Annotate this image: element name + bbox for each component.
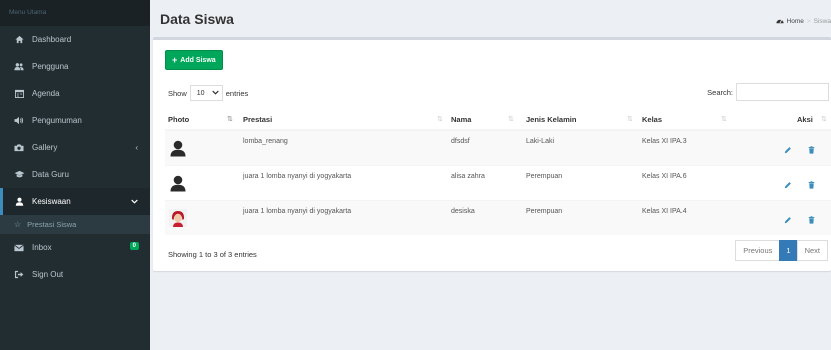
envelope-icon	[13, 242, 25, 254]
table-row: juara 1 lomba nyanyi di yogyakarta desis…	[165, 200, 831, 235]
sort-icon: ⇅	[508, 116, 514, 123]
sidebar-item-label: Pengumuman	[32, 116, 82, 125]
entries-length-control: Show 10 entries	[168, 85, 248, 101]
calendar-icon	[13, 88, 25, 100]
search-label: Search:	[707, 87, 733, 97]
sidebar-item-agenda[interactable]: Agenda	[0, 80, 150, 107]
cell-nama: desiska	[451, 208, 475, 215]
camera-icon	[13, 142, 25, 154]
sort-asc-icon: ⇅	[227, 116, 233, 123]
content-area: Data Siswa Home > Siswa + Add Siswa Show…	[150, 0, 831, 350]
cell-jenis-kelamin: Laki-Laki	[526, 138, 555, 145]
sidebar-item-dashboard[interactable]: Dashboard	[0, 26, 150, 53]
cell-kelas: Kelas XI IPA.6	[642, 173, 687, 180]
sort-icon: ⇅	[437, 116, 443, 123]
next-page-button[interactable]: Next	[796, 240, 828, 261]
sidebar-item-label: Data Guru	[32, 170, 69, 179]
delete-icon[interactable]	[808, 181, 815, 191]
sidebar-item-label: Kesiswaan	[32, 197, 71, 206]
table-search: Search:	[707, 83, 829, 101]
sidebar-item-data-guru[interactable]: Data Guru	[0, 161, 150, 188]
cell-prestasi: lomba_renang	[243, 138, 288, 145]
sidebar-item-label: Dashboard	[32, 35, 72, 44]
add-siswa-button[interactable]: + Add Siswa	[165, 50, 223, 70]
sidebar-item-sign-out[interactable]: Sign Out	[0, 261, 150, 288]
entries-length-value: 10	[196, 89, 205, 97]
previous-page-button[interactable]: Previous	[735, 240, 781, 261]
entries-label: entries	[225, 88, 249, 98]
table-row: lomba_renang dfsdsf Laki-Laki Kelas XI I…	[165, 130, 831, 165]
avatar	[169, 174, 187, 192]
cell-jenis-kelamin: Perempuan	[526, 173, 563, 180]
sidebar-item-label: Pengguna	[32, 62, 69, 71]
siswa-box: + Add Siswa Show 10 entries Search: Phot…	[153, 37, 831, 271]
sidebar-subitem-prestasi-siswa[interactable]: ☆ Prestasi Siswa	[0, 215, 150, 234]
edit-icon[interactable]	[784, 216, 792, 226]
chevron-down-icon	[212, 90, 219, 97]
breadcrumb-current: Siswa	[813, 18, 831, 25]
breadcrumb: Home > Siswa	[775, 17, 831, 26]
sign-out-icon	[13, 269, 25, 281]
cell-prestasi: juara 1 lomba nyanyi di yogyakarta	[243, 173, 352, 180]
sidebar-item-pengguna[interactable]: Pengguna	[0, 53, 150, 80]
show-label: Show	[168, 88, 187, 98]
sort-icon: ⇅	[721, 116, 727, 123]
cell-kelas: Kelas XI IPA.4	[642, 208, 687, 215]
home-icon	[13, 34, 25, 46]
column-header-photo[interactable]: Photo	[168, 115, 189, 124]
plus-icon: +	[172, 55, 178, 65]
menu-header: Menu Utama	[0, 0, 150, 26]
page-1-button[interactable]: 1	[779, 240, 798, 261]
edit-icon[interactable]	[784, 146, 792, 156]
breadcrumb-home-link[interactable]: Home	[787, 18, 804, 25]
delete-icon[interactable]	[808, 216, 815, 226]
app: Menu Utama Dashboard Pengguna Agenda Pen…	[0, 0, 831, 350]
column-header-aksi[interactable]: Aksi	[797, 115, 813, 124]
column-header-kelas[interactable]: Kelas	[642, 115, 662, 124]
sidebar-item-gallery[interactable]: Gallery ‹	[0, 134, 150, 161]
graduation-cap-icon	[13, 169, 25, 181]
sidebar: Menu Utama Dashboard Pengguna Agenda Pen…	[0, 0, 150, 350]
cell-jenis-kelamin: Perempuan	[526, 208, 563, 215]
search-input[interactable]	[736, 83, 829, 101]
inbox-count-badge: 0	[129, 242, 139, 250]
sidebar-item-kesiswaan[interactable]: Kesiswaan	[0, 188, 150, 215]
edit-icon[interactable]	[784, 181, 792, 191]
dashboard-icon	[775, 17, 784, 26]
column-header-nama[interactable]: Nama	[451, 115, 471, 124]
siswa-table: Photo ⇅ Prestasi ⇅ Nama ⇅ Jenis Kelamin …	[165, 109, 831, 235]
sidebar-item-label: Inbox	[32, 243, 52, 252]
sidebar-item-inbox[interactable]: Inbox 0	[0, 234, 150, 261]
chevron-left-icon: ‹	[135, 143, 138, 152]
avatar	[169, 139, 187, 157]
add-siswa-label: Add Siswa	[180, 56, 216, 64]
column-header-prestasi[interactable]: Prestasi	[243, 115, 272, 124]
sidebar-item-label: Sign Out	[32, 270, 64, 279]
table-row: juara 1 lomba nyanyi di yogyakarta alisa…	[165, 165, 831, 200]
column-header-jenis-kelamin[interactable]: Jenis Kelamin	[526, 115, 576, 124]
sort-icon: ⇅	[821, 116, 827, 123]
sidebar-item-pengumuman[interactable]: Pengumuman	[0, 107, 150, 134]
chevron-down-icon	[131, 197, 138, 206]
user-icon	[13, 196, 25, 208]
cell-nama: alisa zahra	[451, 173, 485, 180]
users-icon	[13, 61, 25, 73]
delete-icon[interactable]	[808, 146, 815, 156]
table-header: Photo ⇅ Prestasi ⇅ Nama ⇅ Jenis Kelamin …	[165, 109, 831, 130]
cell-prestasi: juara 1 lomba nyanyi di yogyakarta	[243, 208, 352, 215]
sidebar-item-label: Gallery	[32, 143, 58, 152]
cell-kelas: Kelas XI IPA.3	[642, 138, 687, 145]
star-icon: ☆	[14, 220, 22, 229]
pagination: Previous 1 Next	[735, 240, 828, 261]
avatar	[169, 209, 187, 227]
sort-icon: ⇅	[627, 116, 633, 123]
breadcrumb-separator: >	[806, 18, 811, 25]
cell-nama: dfsdsf	[451, 138, 470, 145]
volume-icon	[13, 115, 25, 127]
sidebar-subitem-label: Prestasi Siswa	[27, 220, 77, 229]
page-title: Data Siswa	[160, 11, 234, 27]
sidebar-item-label: Agenda	[32, 89, 60, 98]
table-info: Showing 1 to 3 of 3 entries	[168, 250, 257, 259]
entries-length-select[interactable]: 10	[189, 85, 223, 101]
